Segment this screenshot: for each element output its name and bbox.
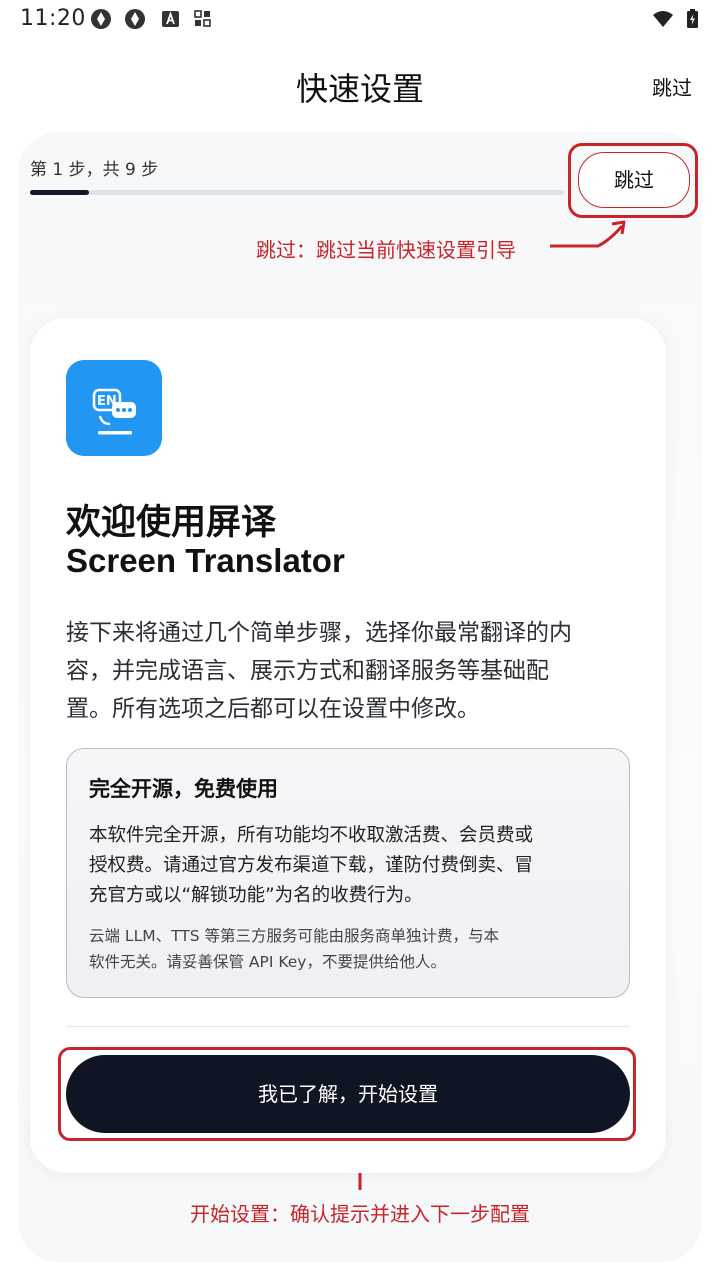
welcome-card: EN 欢迎使用屏译 Screen Translator 接下来将通过几个简单步骤… — [30, 318, 666, 1173]
notice-footnote: 云端 LLM、TTS 等第三方服务可能由服务商单独计费，与本 软件无关。请妥善保… — [89, 923, 614, 975]
welcome-description: 接下来将通过几个简单步骤，选择你最常翻译的内 容，并完成语言、展示方式和翻译服务… — [66, 614, 636, 728]
card-divider — [66, 1026, 630, 1027]
progress-bar — [30, 190, 564, 195]
font-app-icon — [160, 8, 182, 30]
start-annotation-text: 开始设置：确认提示并进入下一步配置 — [190, 1202, 530, 1226]
progress-bar-fill — [30, 190, 90, 195]
status-bar: 11:20 — [0, 0, 720, 40]
wifi-icon — [652, 8, 674, 30]
start-setup-button[interactable]: 我已了解，开始设置 — [66, 1055, 630, 1133]
notice-body-line: 授权费。请通过官方发布渠道下载，谨防付费倒卖、冒 — [89, 855, 534, 876]
description-line: 容，并完成语言、展示方式和翻译服务等基础配 — [66, 658, 549, 684]
description-line: 置。所有选项之后都可以在设置中修改。 — [66, 696, 480, 722]
notice-body-line: 充官方或以“解锁功能”为名的收费行为。 — [89, 885, 423, 906]
welcome-subtitle: Screen Translator — [66, 542, 345, 579]
page-title: 快速设置 — [295, 70, 424, 108]
translate-chat-icon: EN — [66, 360, 162, 456]
app-header: 快速设置 跳过 — [0, 50, 720, 120]
notice-footnote-line: 云端 LLM、TTS 等第三方服务可能由服务商单独计费，与本 — [89, 927, 500, 945]
notice-footnote-line: 软件无关。请妥善保管 API Key，不要提供给他人。 — [89, 953, 446, 971]
skip-annotation-text: 跳过：跳过当前快速设置引导 — [256, 238, 516, 262]
welcome-title: 欢迎使用屏译 — [66, 503, 277, 543]
notice-body: 本软件完全开源，所有功能均不收取激活费、会员费或 授权费。请通过官方发布渠道下载… — [89, 821, 614, 911]
header-skip-button[interactable]: 跳过 — [652, 72, 692, 101]
app-notification-icon — [124, 8, 146, 30]
open-source-notice: 完全开源，免费使用 本软件完全开源，所有功能均不收取激活费、会员费或 授权费。请… — [66, 748, 630, 998]
skip-button[interactable]: 跳过 — [578, 152, 690, 208]
step-indicator: 第 1 步，共 9 步 — [30, 160, 159, 180]
quick-setup-screen: 11:20 快速设置 跳过 第 1 步，共 9 步 跳过 跳过：跳过当前快速设置… — [0, 0, 720, 1280]
status-time: 11:20 — [20, 6, 86, 31]
qr-app-icon — [192, 8, 214, 30]
description-line: 接下来将通过几个简单步骤，选择你最常翻译的内 — [66, 620, 572, 646]
notice-body-line: 本软件完全开源，所有功能均不收取激活费、会员费或 — [89, 825, 534, 846]
app-notification-icon — [90, 8, 112, 30]
battery-charging-icon — [682, 8, 704, 30]
notice-title: 完全开源，免费使用 — [89, 777, 278, 801]
